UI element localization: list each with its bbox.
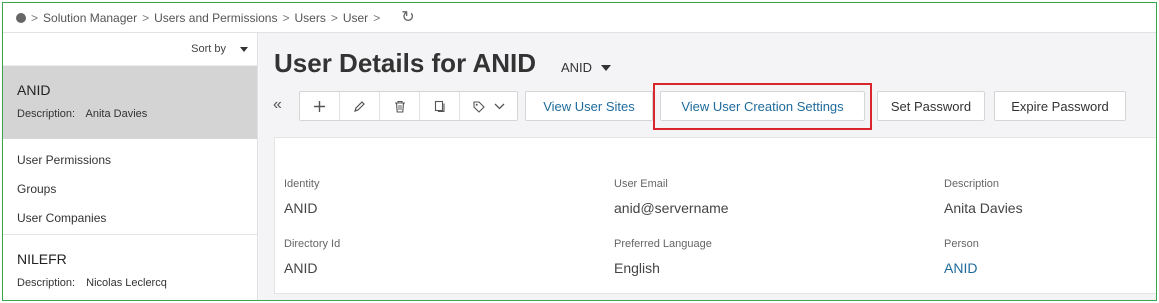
chevron-right-icon: > xyxy=(330,10,338,25)
main-content: User Details for ANID ANID « View User S… xyxy=(259,33,1156,300)
field-value: English xyxy=(614,260,660,276)
navigator-record-nilefr[interactable]: NILEFR Description: Nicolas Leclercq xyxy=(3,235,257,289)
field-label: Preferred Language xyxy=(614,238,712,250)
edit-pencil-icon[interactable] xyxy=(340,92,380,120)
field-person: Person ANID xyxy=(944,238,979,276)
record-navigator: Sort by ANID Description: Anita Davies U… xyxy=(3,33,258,300)
sort-by-dropdown[interactable]: Sort by xyxy=(3,33,257,66)
field-value: Anita Davies xyxy=(944,200,1023,216)
record-description: Description: Nicolas Leclercq xyxy=(17,277,243,289)
chevron-right-icon: > xyxy=(373,10,381,25)
collapse-navigator-icon[interactable]: « xyxy=(273,96,282,114)
record-description-label: Description: xyxy=(17,277,76,289)
record-description-value: Nicolas Leclercq xyxy=(86,277,167,289)
duplicate-icon[interactable] xyxy=(420,92,460,120)
breadcrumb-solution-manager[interactable]: Solution Manager xyxy=(43,11,137,25)
record-links: User Permissions Groups User Companies xyxy=(3,139,257,235)
record-title: ANID xyxy=(17,82,51,98)
navlink-groups[interactable]: Groups xyxy=(3,174,257,203)
chevron-down-icon xyxy=(494,103,505,109)
navigator-record-anid[interactable]: ANID Description: Anita Davies xyxy=(3,66,257,139)
field-user-email: User Email anid@servername xyxy=(614,178,729,216)
field-label: User Email xyxy=(614,178,668,190)
record-key-selector[interactable]: ANID xyxy=(561,60,612,75)
chevron-right-icon: > xyxy=(31,10,39,25)
tag-icon xyxy=(473,100,485,113)
caret-down-icon xyxy=(240,46,248,52)
sort-by-label: Sort by xyxy=(191,43,226,55)
field-label: Directory Id xyxy=(284,238,341,250)
field-directory-id: Directory Id ANID xyxy=(284,238,340,276)
breadcrumb-user[interactable]: User xyxy=(343,11,368,25)
more-actions-dropdown[interactable] xyxy=(460,92,517,120)
record-title: NILEFR xyxy=(17,251,67,267)
refresh-icon[interactable]: ↻ xyxy=(401,9,414,26)
page-title: User Details for ANID xyxy=(274,48,536,78)
field-value: ANID xyxy=(284,200,318,216)
expire-password-button[interactable]: Expire Password xyxy=(994,91,1126,121)
person-link[interactable]: ANID xyxy=(944,260,979,276)
field-value: ANID xyxy=(284,260,318,276)
navlink-user-permissions[interactable]: User Permissions xyxy=(3,145,257,174)
crud-icon-bar xyxy=(299,91,518,121)
field-value: anid@servername xyxy=(614,200,729,216)
home-dot-icon[interactable] xyxy=(16,12,26,23)
add-icon[interactable] xyxy=(300,92,340,120)
field-label: Person xyxy=(944,238,979,250)
breadcrumb-users[interactable]: Users xyxy=(294,11,325,25)
highlight-box xyxy=(653,83,872,130)
app-frame: > Solution Manager > Users and Permissio… xyxy=(2,2,1157,301)
record-description-label: Description: xyxy=(17,108,76,120)
view-user-sites-button[interactable]: View User Sites xyxy=(525,91,653,121)
field-identity: Identity ANID xyxy=(284,178,319,216)
field-label: Description xyxy=(944,178,1000,190)
record-description-value: Anita Davies xyxy=(85,108,148,120)
set-password-button[interactable]: Set Password xyxy=(877,91,985,121)
field-preferred-language: Preferred Language English xyxy=(614,238,712,276)
record-key-label: ANID xyxy=(561,60,593,75)
field-label: Identity xyxy=(284,178,320,190)
caret-down-icon xyxy=(601,64,612,71)
breadcrumb-users-and-permissions[interactable]: Users and Permissions xyxy=(154,11,277,25)
delete-trash-icon[interactable] xyxy=(380,92,420,120)
record-description: Description: Anita Davies xyxy=(17,108,243,120)
chevron-right-icon: > xyxy=(282,10,290,25)
breadcrumb: > Solution Manager > Users and Permissio… xyxy=(3,3,1156,33)
user-details-card: Identity ANID User Email anid@servername… xyxy=(274,137,1156,294)
chevron-right-icon: > xyxy=(142,10,150,25)
field-description: Description Anita Davies xyxy=(944,178,1023,216)
navlink-user-companies[interactable]: User Companies xyxy=(3,203,257,232)
